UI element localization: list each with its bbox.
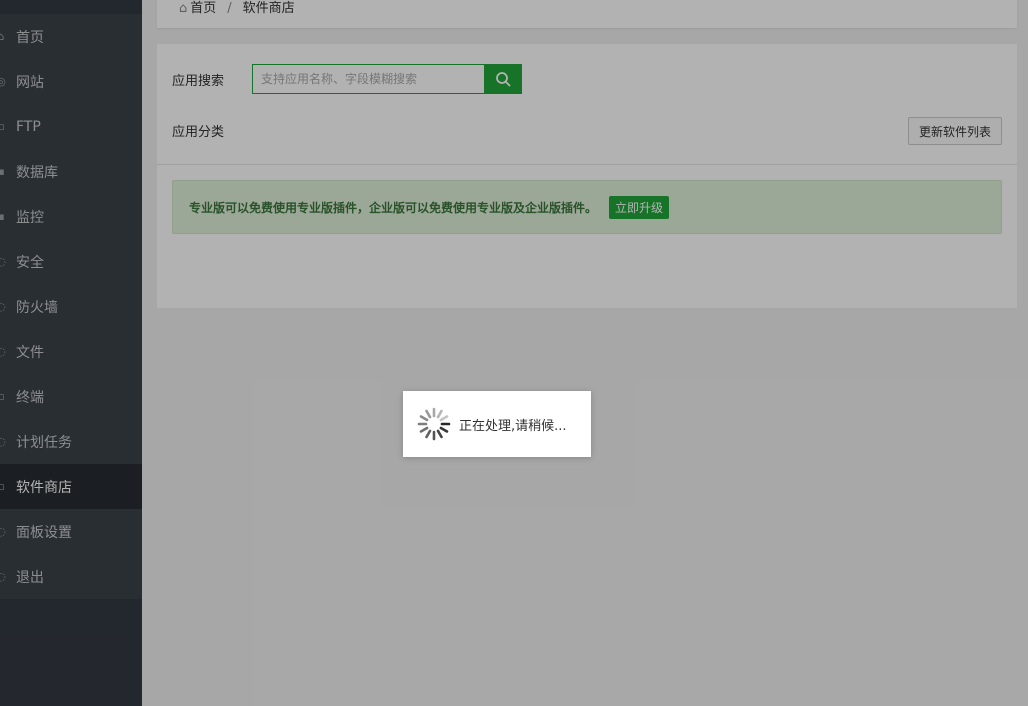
modal-overlay <box>0 0 1028 706</box>
loading-message: 正在处理,请稍候... <box>459 418 567 434</box>
loading-spinner-icon <box>417 407 451 441</box>
loading-dialog: 正在处理,请稍候... <box>403 391 591 457</box>
